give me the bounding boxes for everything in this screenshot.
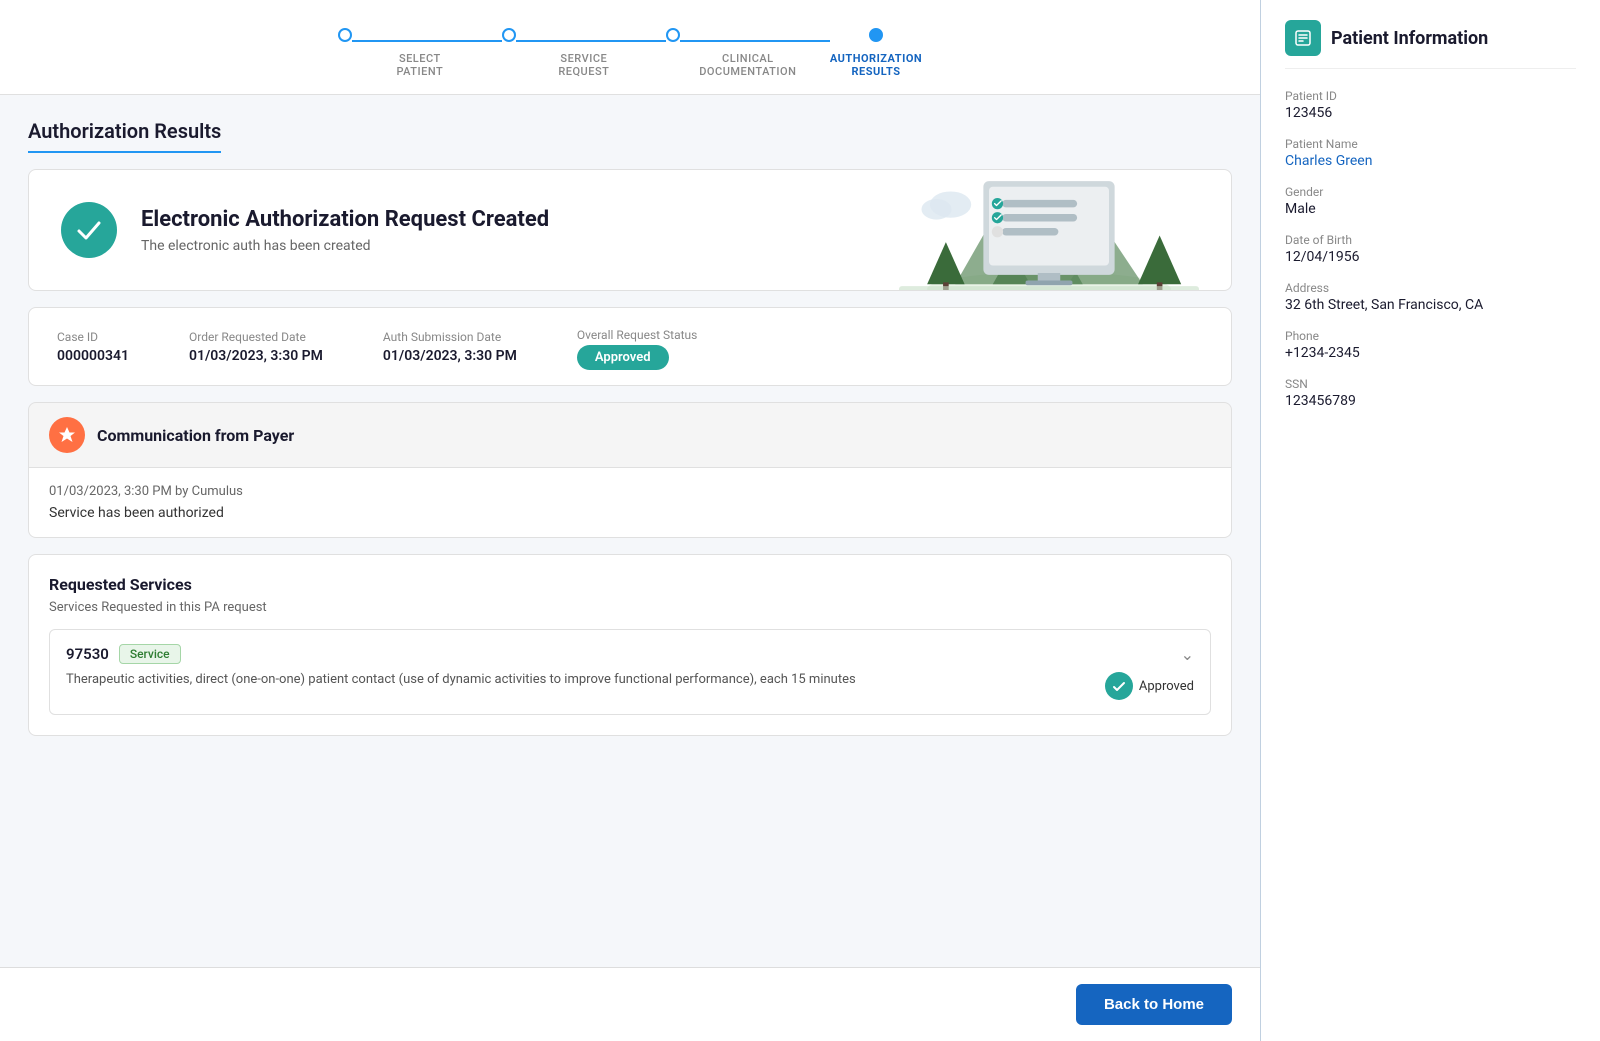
payer-message: Service has been authorized xyxy=(49,505,1211,521)
patient-name-label: Patient Name xyxy=(1285,137,1576,151)
payer-section: Communication from Payer 01/03/2023, 3:3… xyxy=(28,402,1232,538)
step-label-1: SELECT PATIENT xyxy=(396,52,443,78)
success-text: Electronic Authorization Request Created… xyxy=(141,207,549,254)
step-service-request: SERVICE REQUEST xyxy=(502,28,666,78)
step-label-2: SERVICE REQUEST xyxy=(558,52,609,78)
service-code: 97530 xyxy=(66,645,109,663)
status-label: Overall Request Status xyxy=(577,328,698,342)
step-label-4: AUTHORIZATION RESULTS xyxy=(830,52,922,78)
patient-gender-value: Male xyxy=(1285,201,1576,217)
patient-ssn-row: SSN 123456789 xyxy=(1285,377,1576,409)
page-footer: Back to Home xyxy=(0,967,1260,1041)
patient-panel: Patient Information Patient ID 123456 Pa… xyxy=(1260,0,1600,1041)
patient-phone-value: +1234-2345 xyxy=(1285,345,1576,361)
panel-header: Patient Information xyxy=(1285,20,1576,69)
status-badge: Approved xyxy=(577,345,669,370)
patient-address-row: Address 32 6th Street, San Francisco, CA xyxy=(1285,281,1576,313)
case-id-item: Case ID 000000341 xyxy=(57,330,129,364)
step-line-1 xyxy=(352,40,502,42)
auth-date-label: Auth Submission Date xyxy=(383,330,517,344)
step-circle-3 xyxy=(666,28,680,42)
patient-id-row: Patient ID 123456 xyxy=(1285,89,1576,121)
services-section: Requested Services Services Requested in… xyxy=(28,554,1232,736)
payer-icon xyxy=(49,417,85,453)
services-title: Requested Services xyxy=(49,575,1211,594)
patient-name-value: Charles Green xyxy=(1285,153,1576,169)
patient-phone-label: Phone xyxy=(1285,329,1576,343)
panel-title: Patient Information xyxy=(1331,28,1488,49)
stepper-container: SELECT PATIENT SERVICE REQUEST CLINICAL … xyxy=(0,0,1260,95)
patient-dob-row: Date of Birth 12/04/1956 xyxy=(1285,233,1576,265)
patient-id-value: 123456 xyxy=(1285,105,1576,121)
chevron-down-icon[interactable]: ⌄ xyxy=(1181,645,1194,664)
service-desc: Therapeutic activities, direct (one-on-o… xyxy=(66,672,1194,700)
patient-phone-row: Phone +1234-2345 xyxy=(1285,329,1576,361)
auth-subtext: The electronic auth has been created xyxy=(141,238,549,254)
page-body: Authorization Results Electronic Authori… xyxy=(0,95,1260,967)
page-title: Authorization Results xyxy=(28,119,1232,153)
auth-success-card: Electronic Authorization Request Created… xyxy=(28,169,1232,291)
patient-address-value: 32 6th Street, San Francisco, CA xyxy=(1285,297,1576,313)
service-row: 97530 Service ⌄ Therapeutic activities, … xyxy=(49,629,1211,715)
patient-dob-value: 12/04/1956 xyxy=(1285,249,1576,265)
status-item: Overall Request Status Approved xyxy=(577,328,698,365)
service-tag: Service xyxy=(119,644,181,664)
step-label-3: CLINICAL DOCUMENTATION xyxy=(699,52,796,78)
details-card: Case ID 000000341 Order Requested Date 0… xyxy=(28,307,1232,386)
case-id-label: Case ID xyxy=(57,330,129,344)
order-date-value: 01/03/2023, 3:30 PM xyxy=(189,348,323,364)
case-id-value: 000000341 xyxy=(57,348,129,364)
order-date-label: Order Requested Date xyxy=(189,330,323,344)
step-circle-4 xyxy=(869,28,883,42)
patient-id-label: Patient ID xyxy=(1285,89,1576,103)
step-auth-results: AUTHORIZATION RESULTS xyxy=(830,28,922,78)
step-circle-2 xyxy=(502,28,516,42)
payer-meta: 01/03/2023, 3:30 PM by Cumulus xyxy=(49,484,1211,499)
auth-date-item: Auth Submission Date 01/03/2023, 3:30 PM xyxy=(383,330,517,364)
step-line-2 xyxy=(516,40,666,42)
patient-address-label: Address xyxy=(1285,281,1576,295)
patient-gender-label: Gender xyxy=(1285,185,1576,199)
auth-date-value: 01/03/2023, 3:30 PM xyxy=(383,348,517,364)
patient-ssn-value: 123456789 xyxy=(1285,393,1576,409)
back-to-home-button[interactable]: Back to Home xyxy=(1076,984,1232,1025)
service-desc-text: Therapeutic activities, direct (one-on-o… xyxy=(66,672,1085,687)
approved-label: Approved xyxy=(1139,679,1194,694)
step-line-3 xyxy=(680,40,830,42)
success-illustration xyxy=(899,169,1199,291)
success-icon xyxy=(61,202,117,258)
patient-name-row: Patient Name Charles Green xyxy=(1285,137,1576,169)
patient-dob-label: Date of Birth xyxy=(1285,233,1576,247)
patient-info-icon xyxy=(1285,20,1321,56)
patient-ssn-label: SSN xyxy=(1285,377,1576,391)
patient-gender-row: Gender Male xyxy=(1285,185,1576,217)
service-approved: Approved xyxy=(1105,672,1194,700)
approved-icon xyxy=(1105,672,1133,700)
main-content: SELECT PATIENT SERVICE REQUEST CLINICAL … xyxy=(0,0,1260,1041)
stepper: SELECT PATIENT SERVICE REQUEST CLINICAL … xyxy=(338,28,922,78)
payer-title: Communication from Payer xyxy=(97,426,294,445)
order-date-item: Order Requested Date 01/03/2023, 3:30 PM xyxy=(189,330,323,364)
step-clinical-doc: CLINICAL DOCUMENTATION xyxy=(666,28,830,78)
services-subtitle: Services Requested in this PA request xyxy=(49,600,1211,615)
auth-heading: Electronic Authorization Request Created xyxy=(141,207,549,232)
payer-header: Communication from Payer xyxy=(28,402,1232,468)
payer-body: 01/03/2023, 3:30 PM by Cumulus Service h… xyxy=(28,468,1232,538)
step-select-patient: SELECT PATIENT xyxy=(338,28,502,78)
service-row-header: 97530 Service ⌄ xyxy=(66,644,1194,664)
step-circle-1 xyxy=(338,28,352,42)
